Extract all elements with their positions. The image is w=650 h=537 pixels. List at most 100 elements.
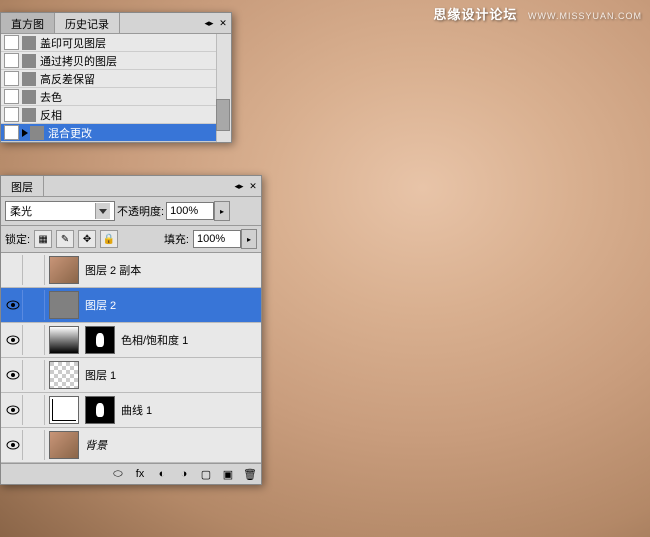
fx-icon[interactable]: fx — [133, 467, 147, 481]
blend-mode-value: 柔光 — [10, 203, 32, 219]
history-label: 反相 — [40, 107, 62, 123]
layer-name: 图层 2 副本 — [85, 262, 141, 278]
group-icon[interactable]: ▢ — [199, 467, 213, 481]
link-box[interactable] — [26, 255, 45, 285]
chevron-down-icon — [95, 203, 110, 219]
fill-input[interactable]: 100% — [193, 230, 241, 248]
history-label: 盖印可见图层 — [40, 35, 106, 51]
eye-icon — [6, 440, 20, 450]
panel-close-icon[interactable]: ✕ — [247, 180, 259, 192]
layer-thumbnail — [49, 256, 79, 284]
layer-icon — [22, 72, 36, 86]
visibility-toggle[interactable] — [4, 255, 23, 285]
layers-list: 图层 2 副本 图层 2 色相/饱和度 1 图层 1 曲线 1 — [1, 253, 261, 463]
layer-mask-thumbnail — [85, 326, 115, 354]
delete-icon[interactable]: 🗑 — [243, 467, 257, 481]
visibility-toggle[interactable] — [4, 395, 23, 425]
history-panel-header: 直方图 历史记录 ◂▸ ✕ — [1, 13, 231, 34]
scroll-thumb[interactable] — [216, 99, 230, 131]
history-list: 盖印可见图层 通过拷贝的图层 高反差保留 去色 反相 混合更改 — [1, 34, 231, 142]
link-box[interactable] — [26, 290, 45, 320]
visibility-toggle[interactable] — [4, 430, 23, 460]
layer-row[interactable]: 图层 1 — [1, 358, 261, 393]
link-box[interactable] — [26, 325, 45, 355]
panel-minimize-icon[interactable]: ◂▸ — [233, 180, 245, 192]
history-item[interactable]: 盖印可见图层 — [1, 34, 231, 52]
history-step-box — [4, 89, 19, 104]
panel-close-icon[interactable]: ✕ — [217, 17, 229, 29]
link-box[interactable] — [26, 395, 45, 425]
layers-panel-header: 图层 ◂▸ ✕ — [1, 176, 261, 197]
mask-icon[interactable]: ◐ — [155, 467, 169, 481]
blend-opacity-row: 柔光 不透明度: 100% ▸ — [1, 197, 261, 226]
watermark: 思缘设计论坛 WWW.MISSYUAN.COM — [433, 4, 642, 23]
visibility-toggle[interactable] — [4, 360, 23, 390]
visibility-toggle[interactable] — [4, 290, 23, 320]
lock-position-icon[interactable]: ✥ — [78, 230, 96, 248]
history-step-box — [4, 125, 19, 140]
layers-panel: 图层 ◂▸ ✕ 柔光 不透明度: 100% ▸ 锁定: ▦ ✎ ✥ 🔒 填充: … — [0, 175, 262, 485]
scrollbar[interactable] — [216, 34, 231, 142]
history-item[interactable]: 反相 — [1, 106, 231, 124]
layer-icon — [22, 54, 36, 68]
eye-icon — [6, 370, 20, 380]
history-label: 混合更改 — [48, 125, 92, 141]
layer-icon — [22, 90, 36, 104]
watermark-url: WWW.MISSYUAN.COM — [528, 11, 642, 21]
visibility-toggle[interactable] — [4, 325, 23, 355]
eye-icon — [6, 300, 20, 310]
layer-thumbnail — [49, 396, 79, 424]
layer-row[interactable]: 色相/饱和度 1 — [1, 323, 261, 358]
history-item[interactable]: 混合更改 — [1, 124, 231, 142]
layer-thumbnail — [49, 291, 79, 319]
layer-icon — [30, 126, 44, 140]
history-step-box — [4, 35, 19, 50]
history-step-box — [4, 71, 19, 86]
lock-all-icon[interactable]: 🔒 — [100, 230, 118, 248]
blend-mode-select[interactable]: 柔光 — [5, 201, 115, 221]
history-panel: 直方图 历史记录 ◂▸ ✕ 盖印可见图层 通过拷贝的图层 高反差保留 去色 反相… — [0, 12, 232, 143]
history-label: 去色 — [40, 89, 62, 105]
layer-name: 图层 2 — [85, 297, 116, 313]
current-step-icon — [22, 129, 28, 137]
history-label: 通过拷贝的图层 — [40, 53, 117, 69]
layer-mask-thumbnail — [85, 396, 115, 424]
lock-fill-row: 锁定: ▦ ✎ ✥ 🔒 填充: 100% ▸ — [1, 226, 261, 253]
new-layer-icon[interactable]: ▣ — [221, 467, 235, 481]
panel-minimize-icon[interactable]: ◂▸ — [203, 17, 215, 29]
history-label: 高反差保留 — [40, 71, 95, 87]
tab-history[interactable]: 历史记录 — [55, 13, 120, 33]
layer-row[interactable]: 曲线 1 — [1, 393, 261, 428]
history-item[interactable]: 去色 — [1, 88, 231, 106]
link-box[interactable] — [26, 360, 45, 390]
layer-row[interactable]: 背景 — [1, 428, 261, 463]
link-box[interactable] — [26, 430, 45, 460]
link-layers-icon[interactable]: ⬭ — [111, 467, 125, 481]
opacity-label: 不透明度: — [117, 203, 164, 219]
history-step-box — [4, 53, 19, 68]
tab-histogram[interactable]: 直方图 — [1, 13, 55, 33]
lock-pixels-icon[interactable]: ✎ — [56, 230, 74, 248]
opacity-input[interactable]: 100% — [166, 202, 214, 220]
watermark-text: 思缘设计论坛 — [433, 7, 517, 22]
layer-name: 色相/饱和度 1 — [121, 332, 188, 348]
lock-transparency-icon[interactable]: ▦ — [34, 230, 52, 248]
history-item[interactable]: 高反差保留 — [1, 70, 231, 88]
fill-flyout-icon[interactable]: ▸ — [241, 229, 257, 249]
layer-name: 图层 1 — [85, 367, 116, 383]
eye-icon — [6, 405, 20, 415]
layer-row[interactable]: 图层 2 副本 — [1, 253, 261, 288]
history-item[interactable]: 通过拷贝的图层 — [1, 52, 231, 70]
layer-name: 曲线 1 — [121, 402, 152, 418]
fill-label: 填充: — [164, 231, 189, 247]
layers-footer: ⬭ fx ◐ ◑ ▢ ▣ 🗑 — [1, 463, 261, 484]
lock-label: 锁定: — [5, 231, 30, 247]
opacity-flyout-icon[interactable]: ▸ — [214, 201, 230, 221]
tab-layers[interactable]: 图层 — [1, 176, 44, 196]
eye-icon — [6, 335, 20, 345]
layer-row[interactable]: 图层 2 — [1, 288, 261, 323]
layer-thumbnail — [49, 326, 79, 354]
layer-name: 背景 — [85, 437, 107, 453]
layer-icon — [22, 108, 36, 122]
adjustment-icon[interactable]: ◑ — [177, 467, 191, 481]
